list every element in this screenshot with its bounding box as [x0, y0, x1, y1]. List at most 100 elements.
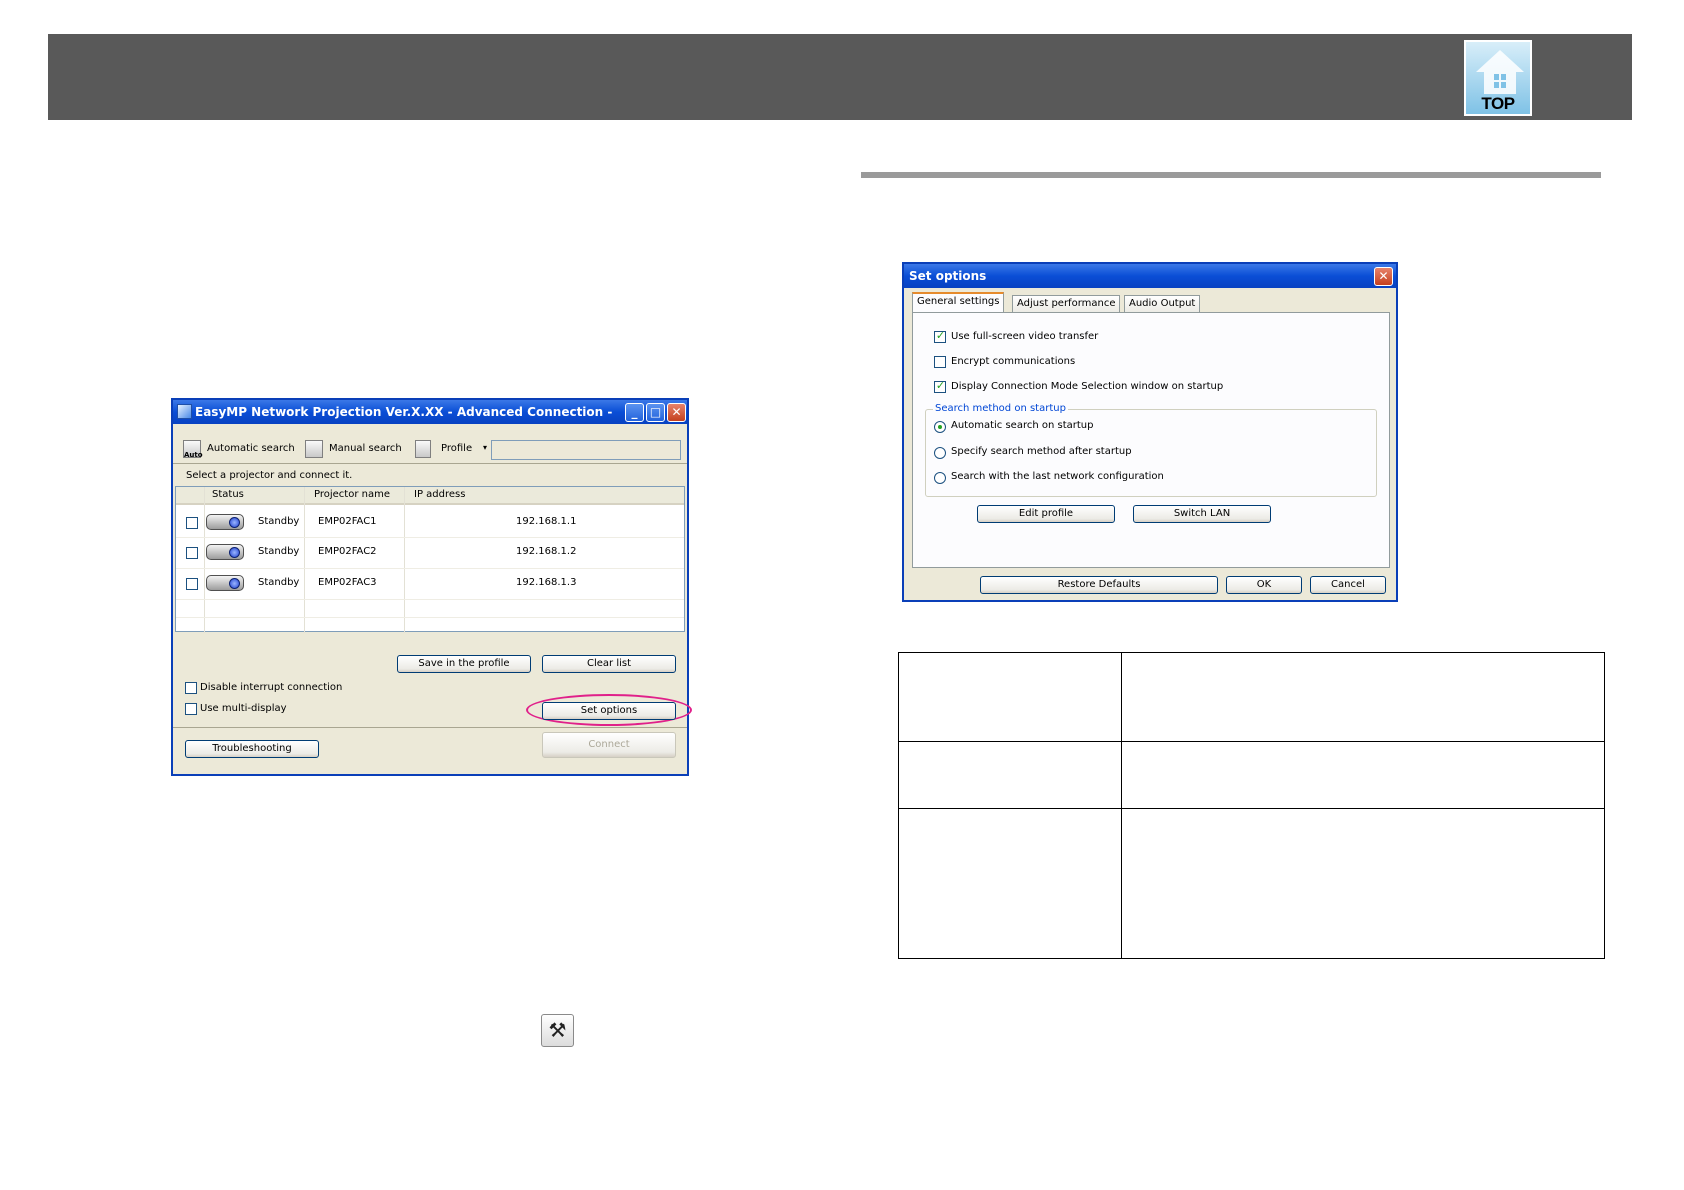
table-cell	[898, 741, 1122, 809]
profile-path-field[interactable]	[491, 440, 681, 460]
checkmark-icon: ✓	[935, 379, 946, 392]
instruction-text: Select a projector and connect it.	[186, 470, 353, 481]
automatic-search-radio-label: Automatic search on startup	[951, 420, 1094, 431]
row-projector-name: EMP02FAC2	[318, 546, 377, 557]
set-options-titlebar: Set options ✕	[904, 264, 1396, 288]
profile-label: Profile	[441, 443, 473, 454]
full-screen-video-label: Use full-screen video transfer	[951, 331, 1099, 342]
row-divider	[176, 617, 684, 618]
close-icon: ✕	[671, 405, 682, 419]
home-icon	[1476, 50, 1524, 94]
tab-audio-output[interactable]: Audio Output	[1124, 295, 1201, 312]
projector-icon	[206, 544, 244, 560]
disable-interrupt-checkbox[interactable]	[185, 682, 197, 694]
maximize-button[interactable]: □	[646, 403, 665, 422]
save-in-profile-button[interactable]: Save in the profile	[397, 655, 531, 673]
row-select-checkbox[interactable]	[186, 578, 198, 590]
set-options-button[interactable]: Set options	[542, 702, 676, 720]
close-icon: ✕	[1378, 269, 1389, 283]
projector-icon	[206, 575, 244, 591]
set-options-window-title: Set options	[909, 269, 987, 283]
use-multi-display-label: Use multi-display	[200, 703, 287, 714]
row-select-checkbox[interactable]	[186, 547, 198, 559]
toolbar-separator	[173, 463, 687, 464]
display-connection-mode-checkbox[interactable]: ✓	[934, 379, 946, 393]
encrypt-communications-checkbox[interactable]	[934, 356, 946, 368]
row-select-checkbox[interactable]	[186, 517, 198, 529]
cancel-button[interactable]: Cancel	[1310, 576, 1386, 594]
display-connection-mode-label: Display Connection Mode Selection window…	[951, 381, 1224, 392]
automatic-search-radio[interactable]	[934, 421, 946, 433]
tab-adjust-performance[interactable]: Adjust performance	[1012, 295, 1121, 312]
manual-search-button[interactable]: Manual search	[305, 440, 405, 460]
last-network-config-radio[interactable]	[934, 472, 946, 484]
row-status: Standby	[258, 577, 300, 588]
set-options-window: Set options ✕ General settings Adjust pe…	[902, 262, 1398, 602]
column-header-status[interactable]: Status	[212, 489, 244, 500]
description-table	[898, 652, 1605, 959]
table-row	[898, 652, 1605, 742]
automatic-search-icon: Auto	[183, 440, 203, 459]
setup-tool-icon: ⚒	[541, 1014, 574, 1047]
section-heading-rule	[861, 172, 1601, 178]
table-row	[898, 741, 1605, 809]
restore-defaults-button[interactable]: Restore Defaults	[980, 576, 1218, 594]
disable-interrupt-label: Disable interrupt connection	[200, 682, 343, 693]
maximize-icon: □	[649, 405, 662, 419]
table-cell	[898, 652, 1122, 742]
troubleshooting-button[interactable]: Troubleshooting	[185, 740, 319, 758]
easymp-app-icon	[177, 404, 192, 419]
row-status: Standby	[258, 516, 300, 527]
manual-search-label: Manual search	[329, 443, 402, 454]
switch-lan-button[interactable]: Switch LAN	[1133, 505, 1271, 523]
encrypt-communications-label: Encrypt communications	[951, 356, 1076, 367]
projector-list[interactable]: Status Projector name IP address Standby…	[175, 486, 685, 633]
top-logo-text: TOP	[1481, 94, 1515, 113]
specify-search-method-label: Specify search method after startup	[951, 446, 1132, 457]
table-row	[898, 808, 1605, 959]
row-ip-address: 192.168.1.2	[516, 546, 577, 557]
top-link-logo[interactable]: TOP	[1464, 40, 1532, 116]
row-ip-address: 192.168.1.1	[516, 516, 577, 527]
header-band	[48, 34, 1632, 120]
row-divider	[176, 599, 684, 600]
minimize-button[interactable]: _	[625, 403, 644, 422]
table-row[interactable]: Standby EMP02FAC2 192.168.1.2	[176, 538, 684, 568]
specify-search-method-radio[interactable]	[934, 447, 946, 459]
close-button[interactable]: ✕	[667, 403, 686, 422]
use-multi-display-checkbox[interactable]	[185, 703, 197, 715]
row-projector-name: EMP02FAC1	[318, 516, 377, 527]
table-cell	[1121, 808, 1605, 959]
projector-icon	[206, 514, 244, 530]
row-projector-name: EMP02FAC3	[318, 577, 377, 588]
general-settings-panel: ✓ Use full-screen video transfer Encrypt…	[912, 312, 1390, 568]
close-button[interactable]: ✕	[1374, 267, 1393, 286]
row-status: Standby	[258, 546, 300, 557]
profile-icon	[415, 440, 431, 458]
last-network-config-label: Search with the last network configurati…	[951, 471, 1164, 482]
ok-button[interactable]: OK	[1226, 576, 1302, 594]
table-cell	[1121, 652, 1605, 742]
easymp-window-title: EasyMP Network Projection Ver.X.XX - Adv…	[195, 405, 613, 419]
table-cell	[898, 808, 1122, 959]
column-header-ip-address[interactable]: IP address	[414, 489, 465, 500]
projector-list-header: Status Projector name IP address	[176, 487, 684, 505]
profile-dropdown-arrow-icon: ▾	[483, 443, 488, 452]
table-row[interactable]: Standby EMP02FAC3 192.168.1.3	[176, 569, 684, 599]
clear-list-button[interactable]: Clear list	[542, 655, 676, 673]
easymp-titlebar: EasyMP Network Projection Ver.X.XX - Adv…	[173, 400, 687, 424]
manual-search-icon	[305, 440, 323, 458]
full-screen-video-checkbox[interactable]: ✓	[934, 329, 946, 343]
row-ip-address: 192.168.1.3	[516, 577, 577, 588]
column-header-projector-name[interactable]: Projector name	[314, 489, 390, 500]
tab-general-settings[interactable]: General settings	[912, 292, 1005, 312]
profile-menu-button[interactable]: Profile ▾	[415, 440, 491, 460]
automatic-search-label: Automatic search	[207, 443, 295, 454]
connect-button[interactable]: Connect	[542, 732, 676, 758]
automatic-search-button[interactable]: Auto Automatic search	[183, 440, 295, 460]
edit-profile-button[interactable]: Edit profile	[977, 505, 1115, 523]
search-method-legend: Search method on startup	[933, 403, 1068, 414]
table-row[interactable]: Standby EMP02FAC1 192.168.1.1	[176, 507, 684, 537]
checkmark-icon: ✓	[935, 329, 946, 342]
easymp-advanced-connection-window: EasyMP Network Projection Ver.X.XX - Adv…	[171, 398, 692, 776]
